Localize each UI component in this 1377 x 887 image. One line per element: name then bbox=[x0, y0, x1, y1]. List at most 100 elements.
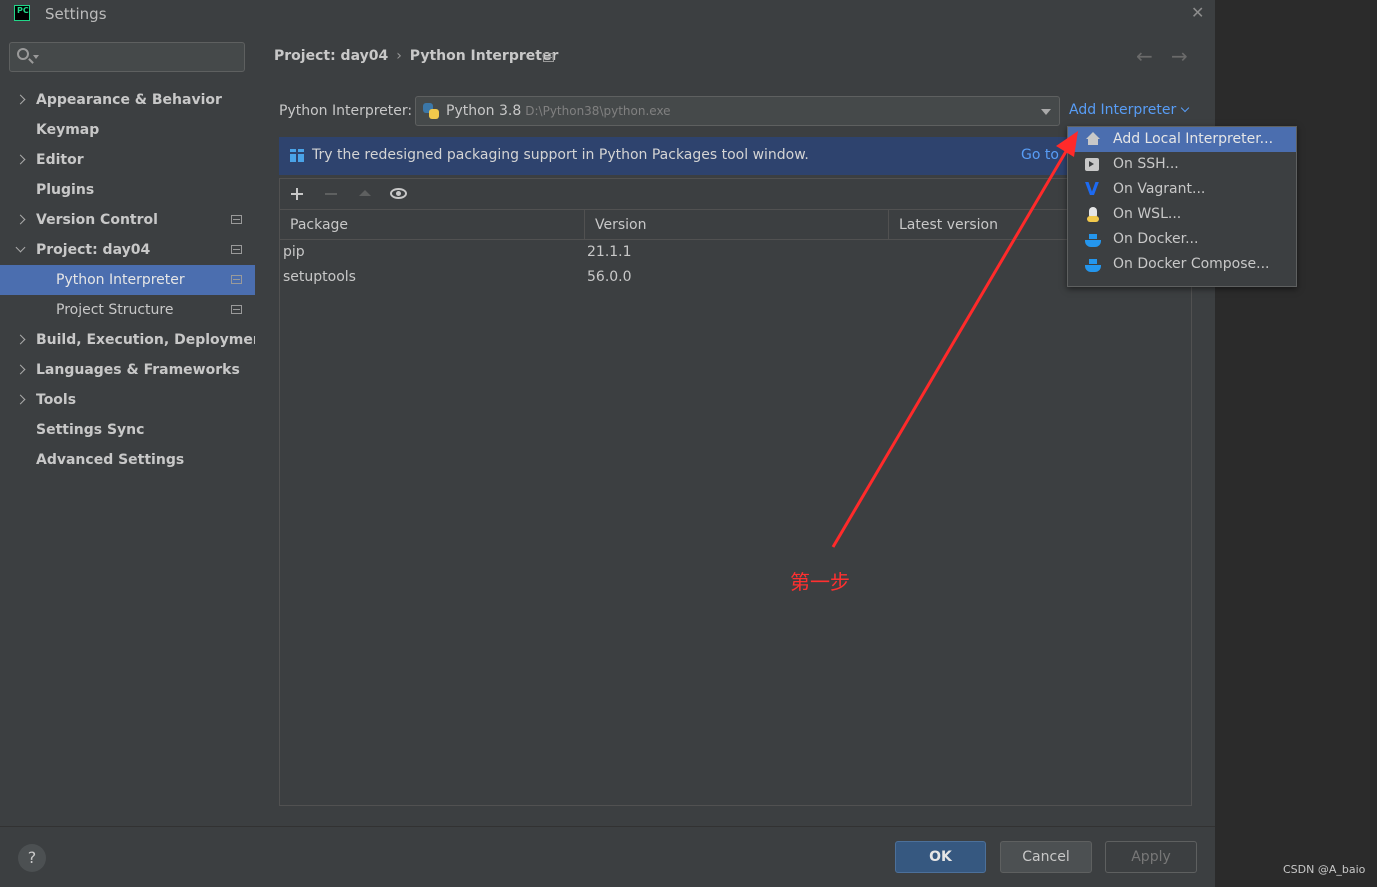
sidebar-item-languages[interactable]: Languages & Frameworks bbox=[0, 355, 255, 385]
project-scope-icon bbox=[231, 305, 242, 314]
add-interpreter-menu: Add Local Interpreter... On SSH... V On … bbox=[1067, 126, 1297, 287]
sidebar-item-version-control[interactable]: Version Control bbox=[0, 205, 255, 235]
docker-icon bbox=[1085, 232, 1101, 248]
packages-panel: Package Version Latest version pip 21.1.… bbox=[279, 178, 1192, 806]
back-arrow-icon[interactable]: ← bbox=[1136, 44, 1153, 68]
add-package-icon[interactable] bbox=[285, 182, 309, 206]
package-version: 56.0.0 bbox=[587, 269, 632, 285]
pycharm-logo-icon: PC bbox=[14, 5, 30, 21]
sidebar-item-label: Editor bbox=[36, 152, 84, 168]
sidebar-item-settings-sync[interactable]: Settings Sync bbox=[0, 415, 255, 445]
project-scope-icon bbox=[231, 245, 242, 254]
interpreter-select[interactable]: Python 3.8 D:\Python38\python.exe bbox=[415, 96, 1060, 126]
settings-tree: Appearance & Behavior Keymap Editor Plug… bbox=[0, 85, 270, 475]
python-icon bbox=[423, 103, 440, 120]
breadcrumb: Project: day04 › Python Interpreter bbox=[274, 48, 558, 64]
show-early-releases-icon[interactable] bbox=[387, 182, 411, 206]
menu-item-label: On SSH... bbox=[1113, 156, 1179, 172]
breadcrumb-project: Project: day04 bbox=[274, 48, 389, 64]
chevron-down-icon[interactable] bbox=[15, 242, 26, 253]
sidebar-item-label: Appearance & Behavior bbox=[36, 92, 222, 108]
sidebar-item-advanced[interactable]: Advanced Settings bbox=[0, 445, 255, 475]
interpreter-path: D:\Python38\python.exe bbox=[525, 104, 671, 118]
project-scope-icon bbox=[231, 275, 242, 284]
gift-icon bbox=[289, 147, 305, 162]
linux-icon bbox=[1085, 207, 1101, 223]
forward-arrow-icon[interactable]: → bbox=[1171, 44, 1188, 68]
upgrade-package-icon[interactable] bbox=[353, 182, 377, 206]
sidebar-item-build[interactable]: Build, Execution, Deployment bbox=[0, 325, 270, 355]
sidebar-item-editor[interactable]: Editor bbox=[0, 145, 255, 175]
banner-text: Try the redesigned packaging support in … bbox=[312, 147, 809, 163]
package-name: pip bbox=[283, 244, 305, 260]
menu-item-on-vagrant[interactable]: V On Vagrant... bbox=[1068, 177, 1296, 202]
remove-package-icon[interactable] bbox=[319, 182, 343, 206]
sidebar-item-appearance[interactable]: Appearance & Behavior bbox=[0, 85, 255, 115]
menu-item-on-docker-compose[interactable]: On Docker Compose... bbox=[1068, 252, 1296, 277]
sidebar-item-label: Keymap bbox=[36, 122, 100, 138]
sidebar-item-label: Build, Execution, Deployment bbox=[36, 332, 270, 348]
apply-button[interactable]: Apply bbox=[1105, 841, 1197, 873]
search-dropdown-icon[interactable] bbox=[33, 55, 39, 59]
sidebar-item-project-structure[interactable]: Project Structure bbox=[0, 295, 255, 325]
chevron-right-icon[interactable] bbox=[15, 334, 26, 345]
packaging-banner: Try the redesigned packaging support in … bbox=[279, 137, 1191, 175]
sidebar-item-label: Tools bbox=[36, 392, 77, 408]
sidebar-item-project[interactable]: Project: day04 bbox=[0, 235, 255, 265]
sidebar-item-python-interpreter[interactable]: Python Interpreter bbox=[0, 265, 255, 295]
watermark: CSDN @A_baio bbox=[1283, 863, 1366, 876]
search-icon bbox=[17, 48, 29, 60]
chevron-right-icon[interactable] bbox=[15, 364, 26, 375]
menu-item-on-docker[interactable]: On Docker... bbox=[1068, 227, 1296, 252]
close-icon[interactable]: ✕ bbox=[1191, 3, 1204, 22]
cancel-button[interactable]: Cancel bbox=[1000, 841, 1092, 873]
chevron-right-icon[interactable] bbox=[15, 214, 26, 225]
ok-button[interactable]: OK bbox=[895, 841, 986, 873]
settings-window: PC Settings ✕ Appearance & Behavior Keym… bbox=[0, 0, 1215, 887]
package-version: 21.1.1 bbox=[587, 244, 632, 260]
menu-item-on-wsl[interactable]: On WSL... bbox=[1068, 202, 1296, 227]
sidebar-item-label: Version Control bbox=[36, 212, 158, 228]
sidebar-item-label: Advanced Settings bbox=[36, 452, 185, 468]
column-header-version[interactable]: Version bbox=[585, 210, 889, 239]
breadcrumb-page: Python Interpreter bbox=[409, 48, 559, 64]
sidebar-item-label: Settings Sync bbox=[36, 422, 145, 438]
search-input[interactable] bbox=[42, 47, 241, 69]
terminal-icon bbox=[1085, 158, 1099, 171]
sidebar-item-keymap[interactable]: Keymap bbox=[0, 115, 255, 145]
chevron-right-icon[interactable] bbox=[15, 154, 26, 165]
interpreter-label: Python Interpreter: bbox=[279, 103, 413, 119]
project-scope-icon bbox=[543, 53, 554, 62]
interpreter-name: Python 3.8 bbox=[446, 103, 522, 119]
add-interpreter-label: Add Interpreter bbox=[1069, 102, 1177, 118]
settings-search[interactable] bbox=[9, 42, 245, 72]
chevron-right-icon[interactable] bbox=[15, 94, 26, 105]
interpreter-value: Python 3.8 D:\Python38\python.exe bbox=[446, 103, 671, 119]
breadcrumb-separator: › bbox=[396, 48, 402, 64]
sidebar-item-label: Languages & Frameworks bbox=[36, 362, 240, 378]
chevron-right-icon[interactable] bbox=[15, 394, 26, 405]
annotation-label: 第一步 bbox=[790, 570, 850, 594]
banner-go-to-link[interactable]: Go to bbox=[1021, 147, 1059, 163]
help-button[interactable]: ? bbox=[18, 844, 46, 872]
home-icon bbox=[1085, 132, 1101, 148]
column-header-package[interactable]: Package bbox=[280, 210, 585, 239]
vagrant-icon: V bbox=[1085, 179, 1099, 200]
sidebar-item-plugins[interactable]: Plugins bbox=[0, 175, 255, 205]
title-bar: PC Settings ✕ bbox=[0, 0, 1215, 28]
chevron-down-icon bbox=[1180, 103, 1190, 113]
settings-sidebar: Appearance & Behavior Keymap Editor Plug… bbox=[0, 28, 270, 826]
add-interpreter-link[interactable]: Add Interpreter bbox=[1069, 102, 1190, 118]
window-title: Settings bbox=[45, 5, 107, 23]
table-row[interactable]: pip 21.1.1 bbox=[280, 240, 1191, 265]
table-row[interactable]: setuptools 56.0.0 bbox=[280, 265, 1191, 290]
sidebar-item-label: Project: day04 bbox=[36, 242, 151, 258]
sidebar-item-label: Project Structure bbox=[56, 302, 174, 318]
menu-item-add-local-interpreter[interactable]: Add Local Interpreter... bbox=[1068, 127, 1296, 152]
packages-table-body: pip 21.1.1 setuptools 56.0.0 bbox=[280, 240, 1191, 290]
docker-icon bbox=[1085, 257, 1101, 273]
sidebar-item-tools[interactable]: Tools bbox=[0, 385, 255, 415]
menu-item-label: On Vagrant... bbox=[1113, 181, 1206, 197]
menu-item-on-ssh[interactable]: On SSH... bbox=[1068, 152, 1296, 177]
dropdown-arrow-icon[interactable] bbox=[1041, 109, 1051, 115]
